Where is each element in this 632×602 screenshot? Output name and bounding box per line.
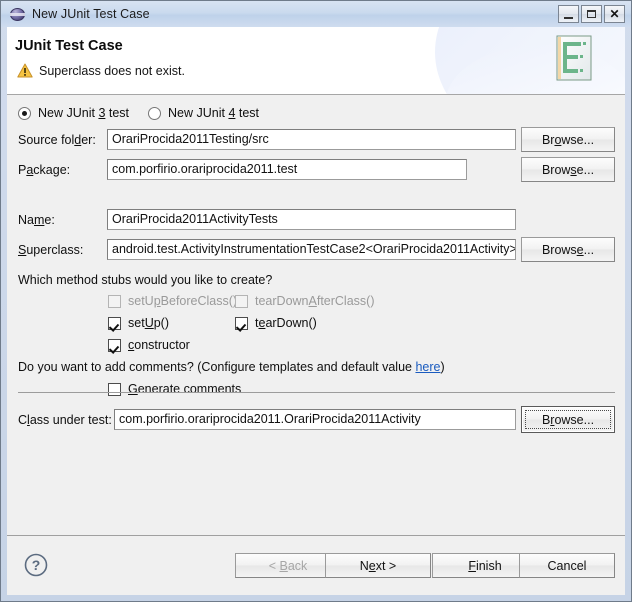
method-stubs-question: Which method stubs would you like to cre… — [18, 273, 273, 287]
svg-text:?: ? — [32, 557, 41, 573]
radio-label-junit3: New JUnit 3 test — [38, 106, 130, 120]
name-input[interactable]: OrariProcida2011ActivityTests — [107, 209, 516, 230]
checkbox-teardown-box[interactable] — [235, 316, 248, 330]
maximize-icon[interactable] — [581, 5, 602, 23]
checkbox-setup[interactable]: setUp() — [108, 316, 169, 330]
checkbox-constructor-box[interactable] — [108, 338, 121, 352]
source-folder-input[interactable]: OrariProcida2011Testing/src — [107, 129, 516, 150]
checkbox-setup-box[interactable] — [108, 316, 121, 330]
checkbox-constructor-label: constructor — [128, 338, 190, 352]
package-label: Package: — [18, 163, 71, 177]
checkbox-setupbeforeclass[interactable]: setUpBeforeClass() — [108, 294, 237, 308]
superclass-input[interactable]: android.test.ActivityInstrumentationTest… — [107, 239, 516, 260]
help-question-icon[interactable]: ? — [24, 553, 48, 577]
page-title: JUnit Test Case — [15, 38, 123, 54]
junit-version-group: New JUnit 3 test New JUnit 4 test — [18, 106, 259, 120]
junit-sphere-icon — [10, 6, 26, 22]
checkbox-setup-label: setUp() — [128, 316, 169, 330]
class-under-test-input[interactable]: com.porfirio.orariprocida2011.OrariProci… — [114, 409, 516, 430]
title-bar: New JUnit Test Case ✕ — [1, 1, 631, 27]
package-browse-button[interactable]: Browse... — [521, 157, 615, 182]
checkbox-setupbeforeclass-box[interactable] — [108, 294, 121, 308]
warning-icon — [17, 63, 33, 78]
comments-question: Do you want to add comments? (Configure … — [18, 360, 445, 374]
new-junit-test-case-dialog: New JUnit Test Case ✕ JUnit Test Case Su… — [0, 0, 632, 602]
checkbox-teardownafterclass-box[interactable] — [235, 294, 248, 308]
validation-message-text: Superclass does not exist. — [39, 63, 185, 78]
checkbox-generate-comments-box[interactable] — [108, 382, 121, 396]
source-folder-label: Source folder: — [18, 133, 96, 147]
class-under-test-browse-button[interactable]: Browse... — [521, 406, 615, 433]
window-controls: ✕ — [558, 5, 625, 23]
wizard-content: New JUnit 3 test New JUnit 4 test Source… — [7, 95, 625, 535]
radio-new-junit-3-test[interactable] — [18, 106, 31, 120]
name-label: Name: — [18, 213, 55, 227]
configure-templates-link[interactable]: here — [415, 360, 440, 374]
close-icon[interactable]: ✕ — [604, 5, 625, 23]
package-input[interactable]: com.porfirio.orariprocida2011.test — [107, 159, 467, 180]
cancel-button[interactable]: Cancel — [519, 553, 615, 578]
minimize-icon[interactable] — [558, 5, 579, 23]
dialog-button-bar: ? < Back Next > Finish Cancel — [7, 535, 625, 595]
checkbox-setupbeforeclass-label: setUpBeforeClass() — [128, 294, 238, 308]
next-button[interactable]: Next > — [325, 553, 431, 578]
window-title: New JUnit Test Case — [32, 7, 150, 21]
source-folder-browse-button[interactable]: Browse... — [521, 127, 615, 152]
checkbox-generate-comments-label: Generate comments — [128, 382, 242, 396]
wizard-banner: JUnit Test Case Superclass does not exis… — [7, 27, 625, 95]
checkbox-constructor[interactable]: constructor — [108, 338, 190, 352]
comments-question-pre: Do you want to add comments? (Configure … — [18, 360, 416, 374]
validation-message: Superclass does not exist. — [17, 63, 185, 78]
superclass-browse-button[interactable]: Browse... — [521, 237, 615, 262]
checkbox-generate-comments[interactable]: Generate comments — [108, 382, 241, 396]
comments-question-post: ) — [440, 360, 445, 374]
checkbox-teardownafterclass-label: tearDownAfterClass() — [255, 294, 375, 308]
checkbox-teardown-label: tearDown() — [255, 316, 317, 330]
checkbox-teardown[interactable]: tearDown() — [235, 316, 317, 330]
radio-label-junit4: New JUnit 4 test — [168, 106, 260, 120]
section-separator — [18, 392, 615, 393]
class-under-test-label: Class under test: — [18, 413, 112, 427]
checkbox-teardownafterclass[interactable]: tearDownAfterClass() — [235, 294, 375, 308]
radio-new-junit-4-test[interactable] — [148, 106, 162, 120]
junit-testcase-banner-icon — [555, 35, 597, 87]
superclass-label: Superclass: — [18, 243, 84, 257]
